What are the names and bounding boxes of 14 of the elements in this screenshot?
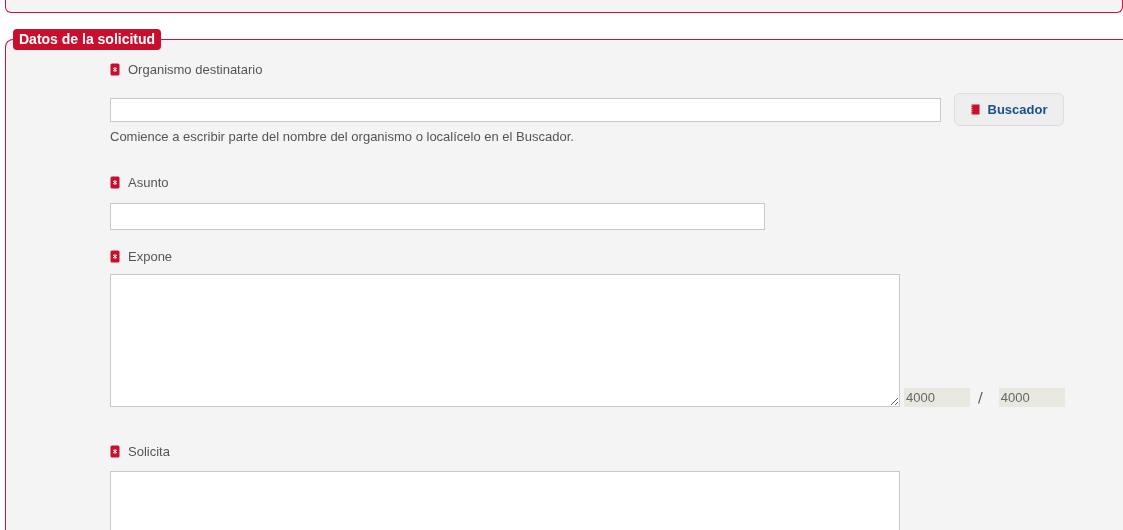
counter-separator: / — [978, 389, 983, 407]
search-button[interactable]: Buscador — [954, 93, 1064, 126]
field-label: Solicita — [128, 443, 170, 459]
field-label: Expone — [128, 248, 173, 264]
char-limit: 4000 — [998, 388, 1065, 407]
field-label: Asunto — [128, 174, 169, 190]
section-legend: Datos de la solicitud — [13, 29, 162, 50]
book-icon — [970, 104, 980, 115]
input-field[interactable] — [110, 97, 941, 122]
char-counter: 4000 — [904, 388, 970, 407]
hint-text: Comience a escribir parte del nombre del organismo o localícelo en el Buscador. — [110, 129, 575, 144]
field-label: Organismo destinatario — [128, 61, 263, 77]
input-field[interactable] — [110, 203, 765, 230]
text-area[interactable] — [110, 274, 900, 407]
